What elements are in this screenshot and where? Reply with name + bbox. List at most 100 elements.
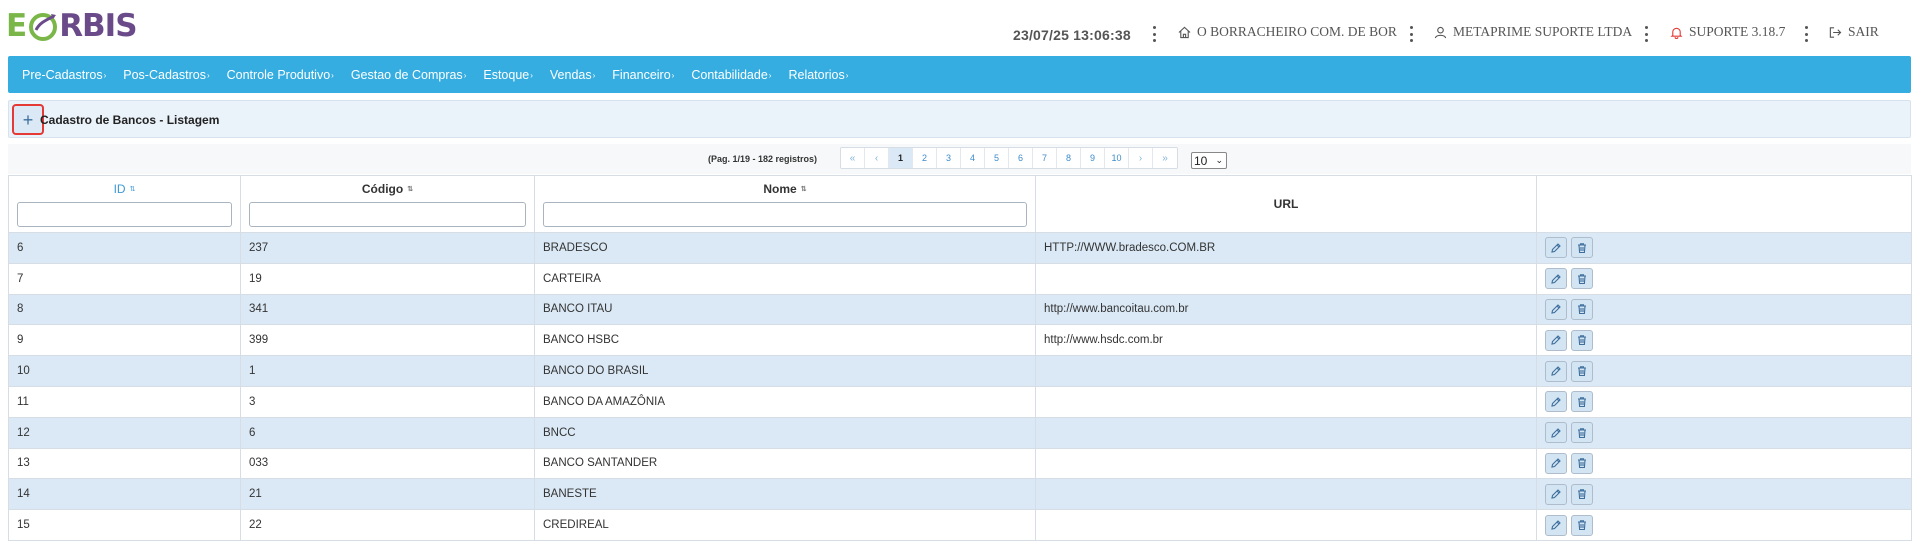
filter-id-input[interactable] [17,202,232,227]
delete-button[interactable] [1571,452,1593,474]
table-row[interactable]: 13 033 BANCO SANTANDER [8,447,1912,480]
page-title-bar: + Cadastro de Bancos - Listagem [8,100,1911,138]
edit-button[interactable] [1545,298,1567,320]
pencil-icon [1551,427,1561,438]
page-button[interactable]: 3 [937,148,961,168]
logout-label: SAIR [1848,24,1879,39]
table-row[interactable]: 15 22 CREDIREAL [8,509,1912,541]
bell-icon [1670,27,1683,39]
column-label: ID [113,182,126,196]
support-notifications[interactable]: SUPORTE 3.18.7 [1670,24,1785,40]
page-button[interactable]: 7 [1033,148,1057,168]
rows-per-page-select[interactable]: 10 ⌄ [1191,152,1227,169]
table-row[interactable]: 7 19 CARTEIRA [8,262,1912,295]
delete-button[interactable] [1571,483,1593,505]
cell-actions [1536,478,1912,511]
page-button[interactable]: 1 [889,148,913,168]
nav-item-gestao-de-compras[interactable]: Gestao de Compras › [351,68,467,82]
nav-item-pre-cadastros[interactable]: Pre-Cadastros › [22,68,106,82]
edit-button[interactable] [1545,360,1567,382]
user-selector[interactable]: METAPRIME SUPORTE LTDA [1434,24,1632,40]
page-button[interactable]: 4 [961,148,985,168]
delete-button[interactable] [1571,391,1593,413]
table-row[interactable]: 11 3 BANCO DA AMAZÔNIA [8,385,1912,418]
cell-url [1035,509,1537,541]
page-button[interactable]: 5 [985,148,1009,168]
column-label: Nome [763,182,797,196]
kebab-menu-icon[interactable] [1643,26,1649,42]
edit-button[interactable] [1545,483,1567,505]
delete-button[interactable] [1571,360,1593,382]
table-row[interactable]: 8 341 BANCO ITAU http://www.bancoitau.co… [8,293,1912,326]
trash-icon [1578,520,1586,531]
trash-icon [1578,304,1586,315]
table-row[interactable]: 14 21 BANESTE [8,478,1912,511]
last-page-button[interactable]: » [1153,148,1177,168]
nav-label: Gestao de Compras [350,67,463,82]
nav-item-financeiro[interactable]: Financeiro › [612,68,674,82]
kebab-menu-icon[interactable] [1151,26,1157,42]
chevron-right-icon: › [206,70,210,80]
cell-id: 13 [8,447,241,480]
nav-item-controle-produtivo[interactable]: Controle Produtivo › [227,68,334,82]
next-page-button[interactable]: › [1129,148,1153,168]
page-button[interactable]: 6 [1009,148,1033,168]
filter-codigo-input[interactable] [249,202,526,227]
filter-nome-input[interactable] [543,202,1027,227]
sort-nome-button[interactable]: Nome ⇅ [763,182,806,196]
logo-globe-icon [27,10,59,42]
delete-button[interactable] [1571,422,1593,444]
top-header: E RBIS 23/07/25 13:06:38 O BORRACHEIRO C… [0,0,1919,54]
delete-button[interactable] [1571,237,1593,259]
edit-button[interactable] [1545,452,1567,474]
page-button[interactable]: 10 [1105,148,1129,168]
edit-button[interactable] [1545,391,1567,413]
edit-button[interactable] [1545,268,1567,290]
trash-icon [1578,243,1586,253]
nav-item-vendas[interactable]: Vendas › [550,68,595,82]
edit-button[interactable] [1545,237,1567,259]
column-header-actions [1536,175,1912,233]
nav-item-pos-cadastros[interactable]: Pos-Cadastros › [123,68,209,82]
column-label: URL [1273,197,1299,211]
edit-button[interactable] [1545,329,1567,351]
delete-button[interactable] [1571,329,1593,351]
page-button[interactable]: 2 [913,148,937,168]
chevron-right-icon: › [845,70,849,80]
cell-nome: BANESTE [534,478,1036,511]
page-button[interactable]: 9 [1081,148,1105,168]
page-button[interactable]: 8 [1057,148,1081,168]
chevron-down-icon: ⌄ [1215,155,1223,165]
user-icon [1434,26,1447,38]
sort-id-button[interactable]: ID ⇅ [114,182,136,196]
chevron-right-icon: › [463,70,467,80]
table-row[interactable]: 12 6 BNCC [8,416,1912,449]
trash-icon [1578,335,1586,346]
table-row[interactable]: 10 1 BANCO DO BRASIL [8,355,1912,387]
delete-button[interactable] [1571,268,1593,290]
table-row[interactable]: 6 237 BRADESCO HTTP://WWW.bradesco.COM.B… [8,232,1912,264]
table-row[interactable]: 9 399 BANCO HSBC http://www.hsdc.com.br [8,324,1912,357]
column-header-codigo: Código ⇅ [240,175,535,233]
support-version: SUPORTE 3.18.7 [1689,24,1786,39]
nav-item-contabilidade[interactable]: Contabilidade › [691,68,771,82]
first-page-button[interactable]: « [841,148,865,168]
edit-button[interactable] [1545,422,1567,444]
pencil-icon [1551,458,1561,469]
app-logo[interactable]: E RBIS [6,8,138,44]
prev-page-button[interactable]: ‹ [865,148,889,168]
logout-button[interactable]: SAIR [1828,24,1879,40]
sort-codigo-button[interactable]: Código ⇅ [362,182,413,196]
nav-item-estoque[interactable]: Estoque › [483,68,533,82]
delete-button[interactable] [1571,514,1593,536]
nav-item-relatorios[interactable]: Relatorios › [788,68,848,82]
cell-url [1035,262,1537,295]
company-selector[interactable]: O BORRACHEIRO COM. DE BOR [1178,24,1397,40]
kebab-menu-icon[interactable] [1408,26,1414,42]
delete-button[interactable] [1571,298,1593,320]
edit-button[interactable] [1545,514,1567,536]
kebab-menu-icon[interactable] [1803,26,1809,42]
pagination-info: (Pag. 1/19 - 182 registros) [708,154,818,164]
cell-codigo: 22 [240,509,535,541]
logo-letter-e: E [6,8,27,44]
